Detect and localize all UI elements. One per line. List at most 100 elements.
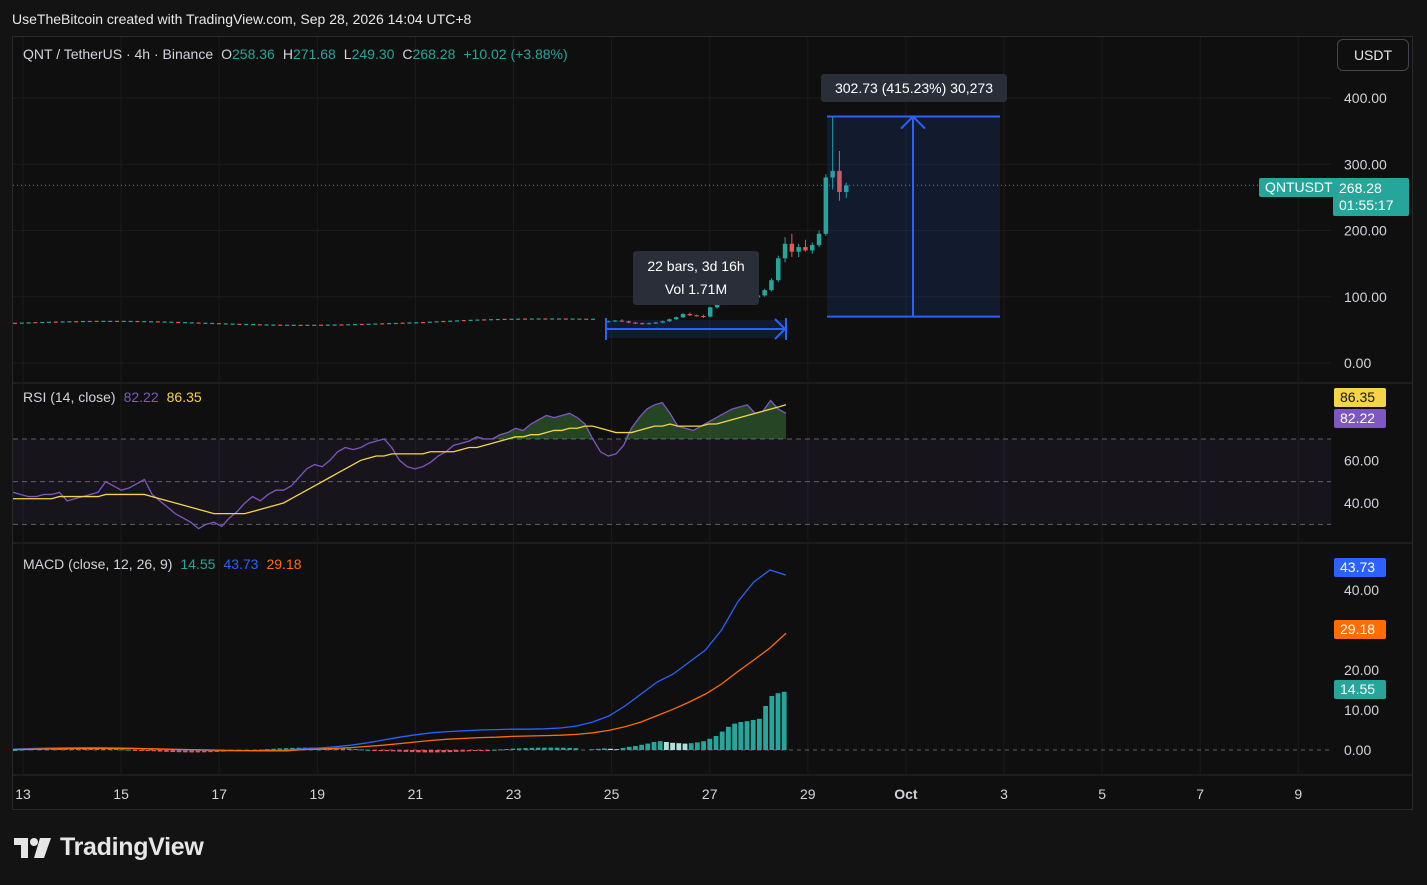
close-value: 268.28 bbox=[412, 46, 456, 62]
macd-histogram-bar bbox=[504, 748, 509, 750]
macd-line bbox=[13, 569, 787, 752]
close-label: C bbox=[402, 46, 413, 62]
candle bbox=[421, 322, 425, 324]
price-axis-label: 300.00 bbox=[1344, 156, 1387, 172]
price-axis-label: 400.00 bbox=[1344, 90, 1387, 106]
candle bbox=[210, 322, 215, 325]
range-tooltip: 302.73 (415.23%) 30,273 bbox=[821, 74, 1007, 102]
macd-histogram-bar bbox=[466, 750, 472, 752]
macd-histogram-bar bbox=[139, 750, 144, 751]
macd-histogram-bar bbox=[523, 748, 528, 750]
candle bbox=[489, 319, 493, 321]
candle bbox=[339, 324, 344, 326]
candle bbox=[509, 318, 514, 320]
macd-histogram-bar bbox=[422, 750, 427, 753]
macd-histogram-bar bbox=[409, 750, 415, 753]
candle bbox=[407, 322, 412, 324]
macd-histogram-bar bbox=[589, 749, 595, 750]
macd-value: 43.73 bbox=[223, 556, 259, 572]
candle bbox=[482, 319, 487, 321]
rsi-axis-label: 40.00 bbox=[1344, 495, 1379, 511]
candle bbox=[563, 318, 568, 320]
macd-histogram-bar bbox=[561, 747, 566, 750]
macd-histogram-bar bbox=[573, 748, 579, 750]
candle bbox=[516, 318, 521, 320]
candle bbox=[169, 321, 174, 323]
macd-histogram-bar bbox=[485, 750, 490, 751]
candle bbox=[155, 321, 160, 323]
candle bbox=[529, 318, 534, 320]
macd-histogram-bar bbox=[428, 750, 434, 753]
macd-legend: MACD (close, 12, 26, 9) 14.55 43.73 29.18 bbox=[23, 556, 308, 572]
macd-histogram-bar bbox=[491, 749, 497, 751]
symbol-legend: QNT / TetherUS · 4h · Binance O258.36 H271… bbox=[23, 46, 574, 62]
candle bbox=[115, 320, 119, 322]
symbol-title[interactable]: QNT / TetherUS · 4h · Binance bbox=[23, 46, 213, 62]
macd-histogram-bar bbox=[726, 726, 731, 750]
last-price-tag: 268.28 01:55:17 bbox=[1333, 178, 1409, 216]
candle bbox=[570, 318, 575, 320]
macd-title[interactable]: MACD (close, 12, 26, 9) bbox=[23, 556, 172, 572]
candle bbox=[762, 290, 767, 296]
currency-button[interactable]: USDT bbox=[1337, 39, 1409, 71]
candle bbox=[523, 318, 527, 320]
candle bbox=[332, 324, 337, 326]
candle bbox=[19, 322, 24, 324]
high-label: H bbox=[282, 46, 293, 62]
candle bbox=[305, 324, 310, 326]
candle bbox=[434, 321, 439, 323]
macd-histogram-bar bbox=[535, 747, 541, 750]
candle bbox=[680, 313, 686, 318]
macd-histogram-bar bbox=[633, 746, 638, 750]
change-value: +10.02 (+3.88%) bbox=[463, 46, 568, 62]
candle bbox=[366, 323, 371, 325]
candle bbox=[468, 319, 473, 321]
candle bbox=[108, 320, 113, 322]
time-axis-label: 17 bbox=[211, 786, 227, 802]
candle bbox=[400, 322, 405, 324]
chart-canvas[interactable]: 13 15 17 19 21 23 25 27 29 Oct 3 5 7 9 400.00 300.00 200… bbox=[13, 37, 1413, 810]
candle bbox=[373, 323, 378, 325]
candle bbox=[803, 247, 808, 251]
macd-histogram-bar bbox=[170, 750, 175, 753]
macd-axis-label: 20.00 bbox=[1344, 662, 1379, 678]
candle bbox=[251, 324, 255, 326]
macd-histogram-bar bbox=[517, 748, 522, 750]
macd-histogram-bar bbox=[164, 750, 169, 752]
tradingview-logo[interactable]: TradingView bbox=[14, 833, 204, 862]
candle bbox=[81, 320, 85, 323]
candle bbox=[353, 324, 357, 326]
candle bbox=[674, 317, 679, 320]
macd-signal-value: 29.18 bbox=[266, 556, 302, 572]
macd-tag: 43.73 bbox=[1334, 558, 1386, 577]
macd-histogram-bar bbox=[435, 750, 440, 753]
macd-histogram-bar bbox=[120, 749, 125, 751]
candle bbox=[414, 322, 419, 324]
candle bbox=[53, 321, 58, 323]
macd-histogram-bar bbox=[359, 749, 364, 751]
macd-histogram-bar bbox=[132, 750, 138, 751]
candle bbox=[203, 322, 208, 324]
candle bbox=[584, 318, 589, 320]
rsi-title[interactable]: RSI (14, close) bbox=[23, 389, 116, 405]
candle bbox=[701, 315, 706, 317]
macd-histogram-bar bbox=[510, 748, 516, 750]
candle bbox=[26, 322, 31, 324]
macd-histogram-bar bbox=[775, 693, 781, 750]
candle bbox=[475, 319, 480, 321]
candle bbox=[47, 321, 51, 323]
candle bbox=[87, 320, 92, 323]
rsi-value: 82.22 bbox=[123, 389, 159, 405]
macd-histogram-bar bbox=[750, 720, 756, 750]
time-axis-label: 21 bbox=[408, 786, 424, 802]
open-label: O bbox=[221, 46, 233, 62]
chart-frame[interactable]: 13 15 17 19 21 23 25 27 29 Oct 3 5 7 9 400.00 300.00 200… bbox=[12, 36, 1413, 810]
candle bbox=[502, 318, 507, 320]
time-axis-label: 15 bbox=[113, 786, 129, 802]
macd-histogram-bar bbox=[738, 722, 744, 750]
candle bbox=[495, 318, 500, 321]
last-price: 268.28 bbox=[1339, 180, 1382, 196]
candle bbox=[319, 324, 323, 326]
macd-hist-tag: 14.55 bbox=[1334, 680, 1386, 699]
candle bbox=[13, 322, 17, 324]
